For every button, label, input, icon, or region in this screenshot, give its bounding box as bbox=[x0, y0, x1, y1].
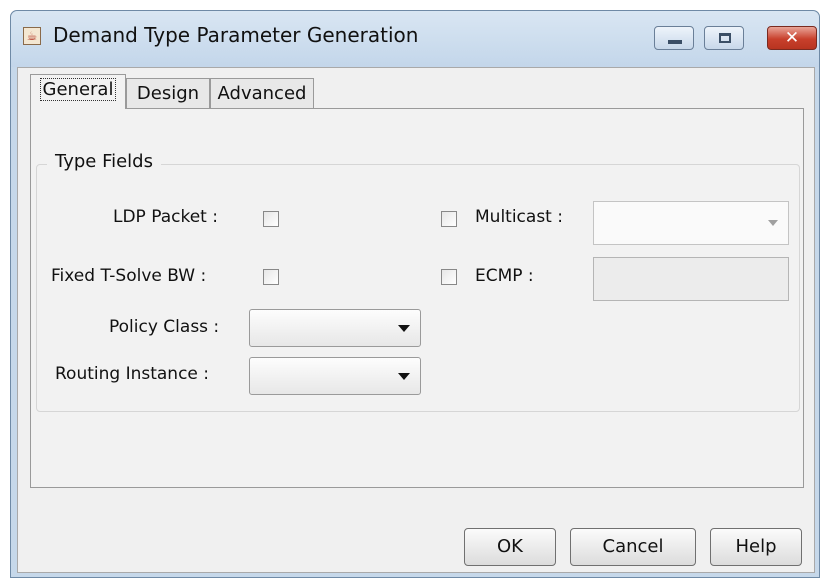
fixed-tsolve-label: Fixed T-Solve BW : bbox=[51, 266, 207, 286]
tab-advanced[interactable]: Advanced bbox=[210, 78, 314, 108]
group-title: Type Fields bbox=[47, 151, 161, 172]
window-title: Demand Type Parameter Generation bbox=[53, 23, 419, 47]
multicast-label: Multicast : bbox=[475, 207, 563, 227]
tab-design[interactable]: Design bbox=[126, 78, 210, 108]
minimize-icon bbox=[668, 40, 682, 44]
chevron-down-icon bbox=[398, 373, 410, 380]
maximize-icon bbox=[719, 33, 731, 43]
ecmp-field[interactable] bbox=[593, 257, 789, 301]
multicast-dropdown[interactable] bbox=[593, 201, 789, 245]
policy-class-label: Policy Class : bbox=[109, 317, 220, 337]
ecmp-checkbox[interactable] bbox=[441, 269, 457, 285]
help-button[interactable]: Help bbox=[710, 528, 802, 566]
type-fields-group: Type Fields LDP Packet : Fixed T-Solve B… bbox=[36, 151, 800, 412]
chevron-down-icon bbox=[398, 325, 410, 332]
minimize-button[interactable] bbox=[654, 26, 694, 50]
tab-advanced-label: Advanced bbox=[217, 83, 307, 104]
title-bar[interactable]: ☕ Demand Type Parameter Generation ✕ bbox=[11, 11, 819, 67]
dialog-window: ☕ Demand Type Parameter Generation ✕ Gen… bbox=[10, 10, 820, 578]
fixed-tsolve-checkbox[interactable] bbox=[263, 269, 279, 285]
ldp-packet-label: LDP Packet : bbox=[113, 207, 218, 227]
maximize-button[interactable] bbox=[704, 26, 744, 50]
java-cup-icon: ☕ bbox=[23, 27, 41, 45]
ldp-packet-checkbox[interactable] bbox=[263, 211, 279, 227]
routing-instance-label: Routing Instance : bbox=[55, 364, 210, 384]
chevron-down-icon bbox=[768, 220, 778, 226]
ecmp-label: ECMP : bbox=[475, 266, 534, 286]
policy-class-dropdown[interactable] bbox=[249, 309, 421, 347]
tab-design-label: Design bbox=[136, 83, 200, 104]
ok-button[interactable]: OK bbox=[464, 528, 556, 566]
multicast-checkbox[interactable] bbox=[441, 211, 457, 227]
dialog-body: General Design Advanced Type Fields LDP … bbox=[17, 67, 815, 573]
tab-general[interactable]: General bbox=[30, 74, 126, 109]
cancel-button[interactable]: Cancel bbox=[570, 528, 696, 566]
tab-general-label: General bbox=[39, 78, 117, 101]
close-icon: ✕ bbox=[784, 28, 800, 48]
close-button[interactable]: ✕ bbox=[767, 26, 817, 50]
routing-instance-dropdown[interactable] bbox=[249, 357, 421, 395]
